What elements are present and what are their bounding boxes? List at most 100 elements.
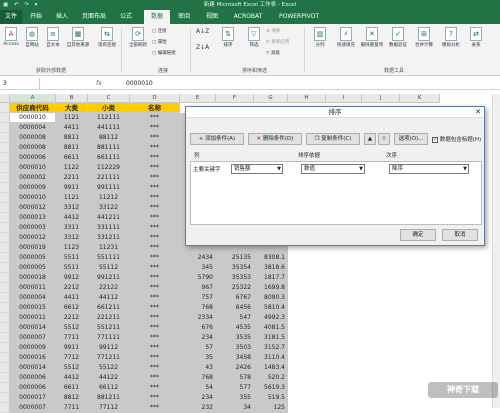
table-cell[interactable]: 0000014 [10, 323, 56, 333]
table-cell[interactable]: 3818.6 [254, 263, 288, 273]
table-cell[interactable]: 3181.5 [254, 333, 288, 343]
table-cell[interactable]: 11212 [88, 193, 130, 203]
table-cell[interactable]: 577 [216, 383, 254, 393]
column-header[interactable]: E [180, 94, 216, 103]
table-cell[interactable]: 54 [180, 383, 216, 393]
table-cell[interactable]: 0000010 [10, 193, 56, 203]
tab-view[interactable]: 视图 [202, 10, 222, 24]
table-cell[interactable]: 0000016 [10, 353, 56, 363]
table-cell[interactable]: 5512 [56, 363, 88, 373]
text-to-columns-button[interactable]: ▥ 分列 [310, 27, 330, 48]
table-cell[interactable]: 3311 [56, 223, 88, 233]
row-header[interactable] [0, 153, 10, 163]
table-cell[interactable]: 3503 [216, 343, 254, 353]
table-cell[interactable]: 66112 [88, 383, 130, 393]
close-icon[interactable]: ✕ [475, 107, 481, 118]
table-cell[interactable]: 2211 [56, 173, 88, 183]
table-cell[interactable]: 5512 [56, 323, 88, 333]
table-cell[interactable]: 3312 [56, 203, 88, 213]
table-cell[interactable]: 5790 [180, 273, 216, 283]
table-cell[interactable]: 8811 [56, 133, 88, 143]
row-header[interactable] [0, 133, 10, 143]
table-cell[interactable]: *** [130, 303, 180, 313]
row-header[interactable] [0, 323, 10, 333]
table-cell[interactable]: *** [130, 243, 180, 253]
table-cell[interactable]: 578 [216, 373, 254, 383]
table-cell[interactable]: *** [130, 213, 180, 223]
table-cell[interactable]: *** [130, 313, 180, 323]
table-cell[interactable]: 5619.3 [254, 383, 288, 393]
table-cell[interactable]: 0000006 [10, 383, 56, 393]
table-cell[interactable]: *** [130, 153, 180, 163]
table-cell[interactable]: 4411 [56, 123, 88, 133]
table-cell[interactable]: 547 [216, 313, 254, 323]
table-cell[interactable]: 0000010 [10, 163, 56, 173]
table-cell[interactable]: 967 [180, 283, 216, 293]
row-header[interactable] [0, 363, 10, 373]
tab-file[interactable]: 文件 [0, 10, 22, 24]
table-cell[interactable]: 5810.4 [254, 303, 288, 313]
table-cell[interactable]: 0000009 [10, 343, 56, 353]
table-cell[interactable]: 0000019 [10, 243, 56, 253]
row-header[interactable] [0, 393, 10, 403]
table-cell[interactable]: *** [130, 333, 180, 343]
row-header[interactable] [0, 293, 10, 303]
tab-powerpivot[interactable]: POWERPIVOT [274, 10, 324, 24]
table-cell[interactable]: 1121 [56, 193, 88, 203]
table-cell[interactable]: 661211 [88, 303, 130, 313]
table-cell[interactable]: 9912 [56, 273, 88, 283]
filter-button[interactable]: ▽ 筛选 [244, 27, 264, 48]
table-cell[interactable]: 9911 [56, 183, 88, 193]
table-cell[interactable]: 0000017 [10, 393, 56, 403]
tab-acrobat[interactable]: ACROBAT [230, 10, 266, 24]
table-cell[interactable]: 520.2 [254, 373, 288, 383]
table-cell[interactable]: 3535 [216, 333, 254, 343]
table-cell[interactable]: 221211 [88, 313, 130, 323]
table-cell[interactable]: 35 [180, 353, 216, 363]
table-cell[interactable]: 768 [180, 303, 216, 313]
table-cell[interactable]: 112111 [88, 113, 130, 123]
row-header[interactable] [0, 343, 10, 353]
table-cell[interactable]: 0000005 [10, 253, 56, 263]
delete-level-button[interactable]: ✕ 删除条件(D) [248, 133, 302, 145]
table-cell[interactable]: 35353 [216, 273, 254, 283]
table-cell[interactable]: 2434 [180, 253, 216, 263]
table-cell[interactable]: 5511 [56, 253, 88, 263]
tab-home[interactable]: 开始 [26, 10, 46, 24]
options-button[interactable]: 选项(O)... [394, 133, 428, 145]
data-validation-button[interactable]: ✓ 数据验证 [386, 27, 410, 48]
refresh-all-button[interactable]: ⟳ 全部刷新 [126, 27, 150, 48]
table-cell[interactable]: 771111 [88, 333, 130, 343]
table-cell[interactable]: 4992.3 [254, 313, 288, 323]
table-cell[interactable]: 551211 [88, 323, 130, 333]
table-cell[interactable]: *** [130, 323, 180, 333]
row-header[interactable] [0, 203, 10, 213]
table-cell[interactable]: 232 [180, 403, 216, 413]
row-header[interactable] [0, 253, 10, 263]
row-header[interactable] [0, 113, 10, 123]
table-cell[interactable]: *** [130, 113, 180, 123]
column-header[interactable]: D [130, 94, 180, 103]
column-header[interactable]: H [288, 94, 326, 103]
table-cell[interactable]: 9911 [56, 343, 88, 353]
row-header[interactable] [0, 303, 10, 313]
table-cell[interactable]: 0000018 [10, 273, 56, 283]
table-cell[interactable]: 25322 [216, 283, 254, 293]
table-cell[interactable]: *** [130, 233, 180, 243]
order-select[interactable]: 降序 ▼ [389, 164, 469, 174]
table-cell[interactable]: 0000007 [10, 403, 56, 413]
table-cell[interactable]: *** [130, 173, 180, 183]
table-cell[interactable]: 55122 [88, 363, 130, 373]
table-cell[interactable]: 0000008 [10, 133, 56, 143]
table-cell[interactable]: 57 [180, 343, 216, 353]
row-header[interactable] [0, 123, 10, 133]
table-cell[interactable]: *** [130, 163, 180, 173]
row-header[interactable] [0, 273, 10, 283]
table-cell[interactable]: *** [130, 373, 180, 383]
table-cell[interactable]: 0000013 [10, 213, 56, 223]
table-cell[interactable]: 8812 [56, 393, 88, 403]
table-cell[interactable]: 6611 [56, 383, 88, 393]
header-cell[interactable]: 大类 [56, 103, 88, 113]
table-cell[interactable]: 441111 [88, 123, 130, 133]
row-header[interactable] [0, 263, 10, 273]
